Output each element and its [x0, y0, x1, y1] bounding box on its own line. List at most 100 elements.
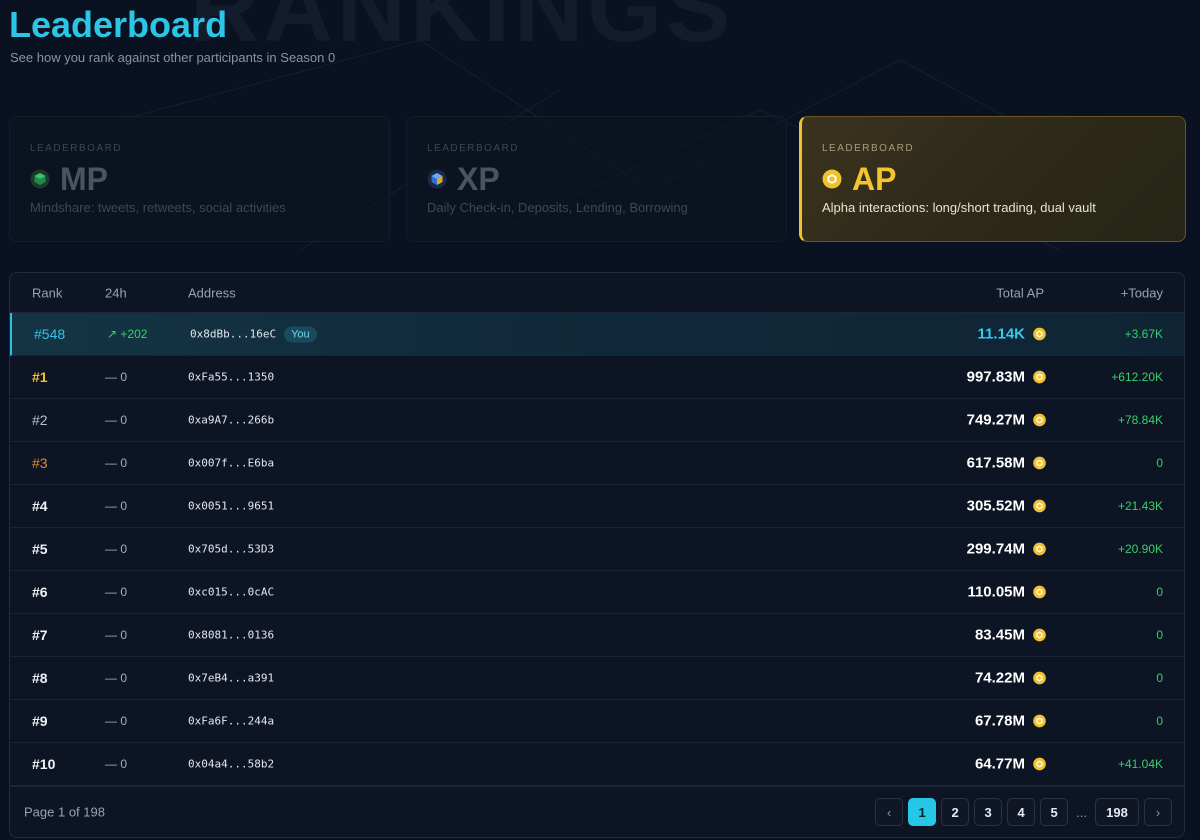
card-mp[interactable]: LEADERBOARD MP Mindshare: tweets, retwee…	[9, 116, 390, 242]
total-ap-cell: 110.05M	[967, 584, 1046, 601]
total-ap-cell: 11.14K	[977, 326, 1046, 343]
total-ap-value: 74.22M	[974, 669, 1025, 687]
change-24h-cell: ↗ +202	[107, 327, 148, 341]
leaderboard-table: Rank 24h Address Total AP +Today #548 ↗ +…	[9, 272, 1185, 838]
card-kicker: LEADERBOARD	[822, 143, 915, 154]
green-cube-icon	[30, 169, 50, 189]
card-title: AP	[852, 160, 897, 197]
address-text: 0x705d...53D3	[188, 542, 275, 556]
address-text: 0xFa6F...244a	[188, 714, 275, 728]
page-button-4[interactable]: 4	[1007, 798, 1036, 826]
address-text: 0x8081...0136	[188, 628, 275, 642]
card-xp[interactable]: LEADERBOARD XP Daily Check-in, Deposits,…	[406, 116, 787, 242]
total-ap-cell: 74.22M	[975, 670, 1046, 687]
change-24h-cell: — 0	[105, 370, 128, 384]
total-ap-value: 83.45M	[974, 626, 1025, 644]
address-cell: 0x705d...53D3	[188, 543, 274, 556]
change-24h-cell: — 0	[105, 757, 128, 771]
card-description: Mindshare: tweets, retweets, social acti…	[30, 200, 286, 215]
page-button-last[interactable]: 198	[1095, 798, 1139, 826]
total-ap-cell: 67.78M	[975, 713, 1046, 730]
change-24h-cell: — 0	[105, 413, 128, 427]
total-ap-value: 299.74M	[966, 540, 1025, 558]
address-cell: 0xc015...0cAC	[188, 586, 274, 599]
ap-coin-icon	[1033, 714, 1046, 728]
today-cell: +3.67K	[1124, 327, 1163, 341]
page-button-2[interactable]: 2	[941, 798, 970, 826]
address-cell: 0x007f...E6ba	[188, 457, 274, 470]
table-row[interactable]: #6 — 0 0xc015...0cAC 110.05M 0	[10, 571, 1184, 614]
rank-cell: #3	[32, 455, 48, 471]
today-cell: 0	[1156, 585, 1163, 599]
page-subtitle: See how you rank against other participa…	[10, 50, 336, 65]
total-ap-value: 997.83M	[966, 368, 1025, 386]
today-cell: 0	[1156, 714, 1163, 728]
total-ap-cell: 64.77M	[975, 756, 1046, 773]
change-24h-cell: — 0	[105, 714, 128, 728]
table-footer: Page 1 of 198 ‹ 1 2 3 4 5 ... 198 ›	[10, 786, 1184, 837]
rank-cell: #5	[32, 541, 48, 557]
table-row[interactable]: #7 — 0 0x8081...0136 83.45M 0	[10, 614, 1184, 657]
page-button-1[interactable]: 1	[908, 798, 937, 826]
card-title: MP	[60, 160, 108, 197]
next-page-button[interactable]: ›	[1144, 798, 1172, 826]
today-cell: 0	[1156, 628, 1163, 642]
rank-cell: #548	[34, 326, 66, 342]
address-cell: 0x7eB4...a391	[188, 672, 274, 685]
total-ap-value: 749.27M	[966, 411, 1025, 429]
address-text: 0x8dBb...16eC	[190, 327, 277, 341]
table-row[interactable]: #10 — 0 0x04a4...58b2 64.77M +41.04K	[10, 743, 1184, 786]
rank-cell: #8	[32, 670, 48, 686]
today-cell: 0	[1156, 456, 1163, 470]
address-text: 0x04a4...58b2	[188, 757, 275, 771]
address-text: 0xa9A7...266b	[188, 413, 275, 427]
change-24h-cell: — 0	[105, 542, 128, 556]
ap-coin-icon	[1033, 542, 1046, 556]
page-button-5[interactable]: 5	[1040, 798, 1069, 826]
card-ap[interactable]: LEADERBOARD AP Alpha interactions: long/…	[799, 116, 1186, 242]
ap-coin-icon	[1033, 585, 1046, 599]
today-cell: +41.04K	[1117, 757, 1163, 771]
total-ap-value: 11.14K	[977, 325, 1025, 343]
table-row[interactable]: #4 — 0 0x0051...9651 305.52M +21.43K	[10, 485, 1184, 528]
prev-page-button[interactable]: ‹	[875, 798, 904, 826]
page-info: Page 1 of 198	[24, 804, 105, 820]
ap-coin-icon	[1033, 671, 1046, 685]
total-ap-value: 67.78M	[974, 712, 1025, 730]
rank-cell: #7	[32, 627, 48, 643]
rank-cell: #10	[32, 756, 56, 772]
change-24h-cell: — 0	[105, 499, 128, 513]
ap-coin-icon	[1033, 327, 1046, 341]
page-title: Leaderboard	[9, 4, 228, 45]
total-ap-cell: 299.74M	[967, 541, 1046, 558]
address-cell: 0xFa6F...244a	[188, 715, 274, 728]
table-row-you[interactable]: #548 ↗ +202 0x8dBb...16eC You 11.14K +3.67K	[10, 313, 1184, 356]
address-cell: 0xFa55...1350	[188, 371, 274, 384]
table-row[interactable]: #5 — 0 0x705d...53D3 299.74M +20.90K	[10, 528, 1184, 571]
total-ap-cell: 83.45M	[975, 627, 1046, 644]
card-kicker: LEADERBOARD	[427, 143, 520, 154]
column-address: Address	[188, 285, 236, 300]
today-cell: +78.84K	[1117, 413, 1163, 427]
ap-coin-icon	[1033, 499, 1046, 513]
table-row[interactable]: #9 — 0 0xFa6F...244a 67.78M 0	[10, 700, 1184, 743]
column-today: +Today	[1120, 285, 1163, 300]
page-button-3[interactable]: 3	[974, 798, 1003, 826]
change-24h-cell: — 0	[105, 628, 128, 642]
address-text: 0xFa55...1350	[188, 370, 275, 384]
address-text: 0x0051...9651	[188, 499, 275, 513]
change-24h-cell: — 0	[105, 456, 128, 470]
rank-cell: #4	[32, 498, 48, 514]
ap-coin-icon	[1033, 413, 1046, 427]
column-24h: 24h	[105, 285, 127, 300]
card-description: Alpha interactions: long/short trading, …	[822, 200, 1096, 215]
table-row[interactable]: #8 — 0 0x7eB4...a391 74.22M 0	[10, 657, 1184, 700]
card-title: XP	[457, 160, 500, 197]
table-row[interactable]: #2 — 0 0xa9A7...266b 749.27M +78.84K	[10, 399, 1184, 442]
rank-cell: #2	[32, 412, 48, 428]
address-cell: 0x8081...0136	[188, 629, 274, 642]
column-total-ap: Total AP	[996, 285, 1044, 300]
pagination: ‹ 1 2 3 4 5 ... 198 ›	[870, 798, 1172, 826]
table-row[interactable]: #1 — 0 0xFa55...1350 997.83M +612.20K	[10, 356, 1184, 399]
table-row[interactable]: #3 — 0 0x007f...E6ba 617.58M 0	[10, 442, 1184, 485]
